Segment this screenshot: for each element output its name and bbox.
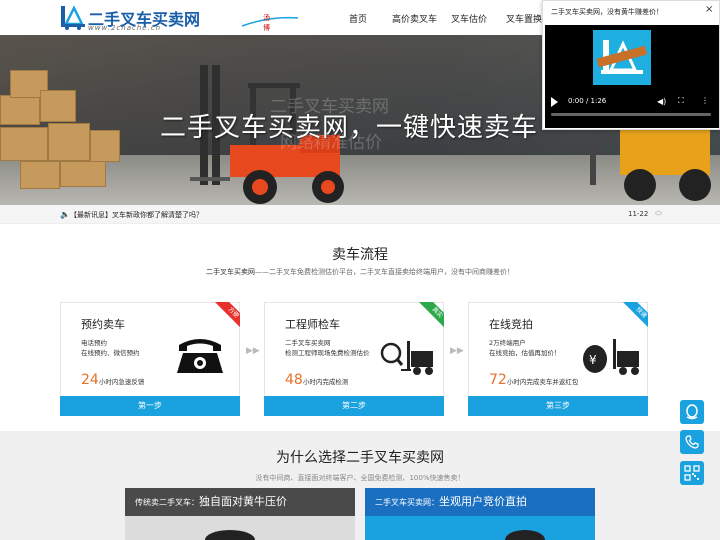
play-icon[interactable] — [551, 97, 558, 107]
why-title: 为什么选择二手叉车买卖网 — [276, 450, 444, 466]
news-date: 11-22 — [628, 210, 649, 218]
arrow-icon: ▶▶ — [246, 346, 260, 356]
speaker-icon: 🔈 — [60, 210, 70, 219]
logo[interactable]: 二手叉车买卖网 www.2chache.cn 汤博 — [60, 4, 299, 32]
card-line: 检测工程师现场免费检测估价 — [285, 349, 370, 357]
video-popup: 二手叉车买卖网，没有黄牛赚差价！ × 0:00 / 1:26 ◀) ⛶ ⋮ — [542, 0, 720, 130]
nav-replace[interactable]: 叉车置换 — [506, 12, 542, 25]
platform-text: 坐观用户竞价直拍 — [439, 495, 527, 508]
card-description: 电话预约 在线预约、微信预约 — [81, 338, 171, 358]
money-forklift-icon: ¥ — [583, 339, 639, 375]
ribbon-label: 真实 — [418, 302, 444, 332]
arrow-icon: ▶▶ — [450, 346, 464, 356]
qq-icon — [686, 404, 698, 420]
platform-label: 二手叉车买卖网： — [375, 498, 439, 507]
page: 二手叉车买卖网 www.2chache.cn 汤博 首页 高价卖叉车 叉车估价 … — [0, 0, 720, 540]
news-ticker: 🔈 【最新讯息】叉车新政你都了解清楚了吗？ 11-22 ︿ ﹀ — [0, 205, 720, 224]
platform-body — [365, 516, 595, 540]
step-one-button[interactable]: 第一步 — [60, 396, 240, 416]
card-description: 二手叉车买卖网 检测工程师现场免费检测估价 — [285, 338, 375, 358]
fullscreen-icon[interactable]: ⛶ — [678, 96, 684, 106]
platform-header: 二手叉车买卖网：坐观用户竞价直拍 — [365, 488, 595, 516]
traditional-body — [125, 516, 355, 540]
hero-title: 二手叉车买卖网，一键快速卖车 — [160, 113, 539, 143]
process-subtitle: 二手叉车买卖网——二手叉车免费检测估价平台，二手叉车直接卖给终端用户，没有中间商… — [0, 267, 720, 277]
card-stat: 48小时内完成检测 — [285, 369, 348, 388]
ribbon-label: 快速 — [622, 302, 648, 332]
stat-number: 72 — [489, 372, 507, 388]
card-line: 二手叉车买卖网 — [285, 339, 331, 347]
inspection-forklift-icon — [380, 341, 433, 375]
card-line: 电话预约 — [81, 339, 107, 347]
phone-icon — [685, 435, 699, 449]
qr-code-icon — [684, 465, 700, 481]
process-card-reserve[interactable]: 方便 预约卖车 电话预约 在线预约、微信预约 24小时内急速反馈 第一步 — [60, 302, 240, 416]
stat-unit: 小时内完成检测 — [302, 378, 349, 386]
stat-unit: 小时内急速反馈 — [98, 378, 145, 386]
card-ribbon: 方便 — [210, 302, 240, 332]
ribbon-label: 方便 — [214, 302, 240, 332]
logo-url: www.2chache.cn — [88, 24, 162, 32]
card-title: 预约卖车 — [81, 318, 125, 331]
process-subtitle-brand: 二手叉车买卖网 — [206, 268, 255, 276]
more-options-icon[interactable]: ⋮ — [701, 96, 709, 105]
stat-unit: 小时内完成卖车并返红包 — [506, 378, 579, 386]
card-line: 2万终端用户 — [489, 339, 526, 347]
video-progress-bar[interactable] — [551, 113, 711, 116]
qr-code-button[interactable] — [680, 461, 704, 485]
step-three-button[interactable]: 第三步 — [468, 396, 648, 416]
card-stat: 24小时内急速反馈 — [81, 369, 144, 388]
traditional-compare-panel: 传统卖二手叉车：独自面对黄牛压价 — [125, 488, 355, 540]
sell-process-section: 卖车流程 二手叉车买卖网——二手叉车免费检测估价平台，二手叉车直接卖给终端用户，… — [0, 224, 720, 431]
nav-home[interactable]: 首页 — [349, 12, 367, 25]
card-description: 2万终端用户 在线竞拍，估值再加价！ — [489, 338, 579, 358]
nav-sell-high[interactable]: 高价卖叉车 — [392, 12, 437, 25]
news-nav-arrows[interactable]: ︿ ﹀ — [655, 207, 662, 221]
card-title: 工程师检车 — [285, 318, 340, 331]
logo-forklift-icon — [61, 5, 85, 30]
card-stat: 72小时内完成卖车并返红包 — [489, 369, 578, 388]
news-text[interactable]: 【最新讯息】叉车新政你都了解清楚了吗？ — [70, 210, 203, 220]
traditional-header: 传统卖二手叉车：独自面对黄牛压价 — [125, 488, 355, 516]
popup-close-button[interactable]: × — [705, 4, 713, 15]
card-title: 在线竞拍 — [489, 318, 533, 331]
logo-signature: 汤博 — [263, 14, 270, 32]
step-two-button[interactable]: 第二步 — [264, 396, 444, 416]
process-title: 卖车流程 — [332, 247, 388, 263]
popup-title: 二手叉车买卖网，没有黄牛赚差价！ — [551, 8, 663, 16]
card-ribbon: 快速 — [618, 302, 648, 332]
video-player[interactable]: 0:00 / 1:26 ◀) ⛶ ⋮ — [545, 25, 719, 128]
logo-forklift-icon — [596, 40, 648, 74]
video-poster — [593, 30, 651, 85]
traditional-text: 独自面对黄牛压价 — [199, 495, 287, 508]
video-time: 0:00 / 1:26 — [568, 97, 607, 105]
nav-valuation[interactable]: 叉车估价 — [451, 12, 487, 25]
phone-call-button[interactable] — [680, 430, 704, 454]
platform-compare-panel: 二手叉车买卖网：坐观用户竞价直拍 — [365, 488, 595, 540]
card-line: 在线竞拍，估值再加价！ — [489, 349, 561, 357]
stat-number: 24 — [81, 372, 99, 388]
logo-swoosh-icon — [241, 16, 299, 27]
traditional-label: 传统卖二手叉车： — [135, 498, 199, 507]
process-card-auction[interactable]: 快速 在线竞拍 2万终端用户 在线竞拍，估值再加价！ 72小时内完成卖车并返红包… — [468, 302, 648, 416]
process-card-inspection[interactable]: 真实 工程师检车 二手叉车买卖网 检测工程师现场免费检测估价 48小时内完成检测… — [264, 302, 444, 416]
card-line: 在线预约、微信预约 — [81, 349, 140, 357]
why-choose-section: 为什么选择二手叉车买卖网 没有中间商、直接面对终端客户、全国免费检测、100%快… — [0, 431, 720, 540]
process-subtitle-text: ——二手叉车免费检测估价平台，二手叉车直接卖给终端用户，没有中间商赚差价！ — [255, 268, 514, 276]
stat-number: 48 — [285, 372, 303, 388]
why-subtitle: 没有中间商、直接面对终端客户、全国免费检测、100%快速售卖！ — [255, 474, 465, 482]
card-ribbon: 真实 — [414, 302, 444, 332]
volume-icon[interactable]: ◀) — [657, 97, 666, 106]
qq-chat-button[interactable] — [680, 400, 704, 424]
telephone-icon — [177, 339, 223, 373]
svg-text:¥: ¥ — [589, 353, 597, 367]
